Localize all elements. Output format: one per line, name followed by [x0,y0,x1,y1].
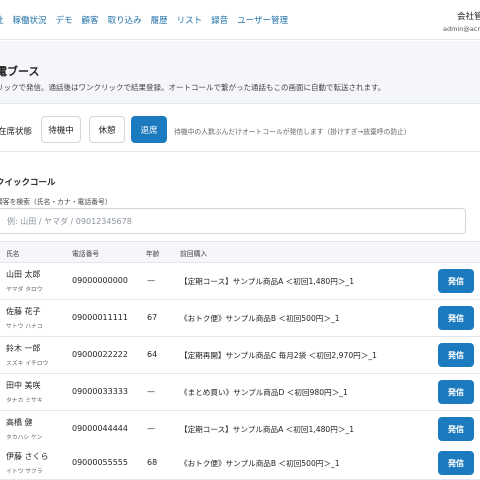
customer-age: — [147,387,155,396]
nav-menu: 社 稼働状況 デモ 顧客 取り込み 履歴 リスト 録音 ユーザー管理 [0,14,288,26]
table-row: 伊藤 さくら イトウ サクラ 09000055555 68 《おトク便》サンプル… [0,445,480,480]
customer-age: — [147,276,155,285]
customer-kana: タカハシ ケン [6,435,43,441]
last-purchase: 【定期コース】サンプル商品A ＜初回1,480円＞_1 [180,425,355,434]
table-row: 田中 美咲 タナカ ミサキ 09000033333 — 《まとめ買い》サンプル商… [0,374,480,411]
column-phone: 電話番号 [72,250,100,258]
customer-kana: イトウ サクラ [6,469,43,475]
customer-kana: サトウ ハナコ [6,324,43,330]
column-last-purchase: 前回購入 [180,250,208,258]
last-purchase: 【定期再開】サンプル商品C 毎月2袋 ＜初回2,970円＞_1 [180,351,377,360]
column-name: 氏名 [6,250,20,258]
search-label: 顧客を検索（氏名・カナ・電話番号） [0,198,112,206]
customer-age: — [147,424,155,433]
nav-item-recordings[interactable]: 録音 [211,14,228,26]
customer-phone: 09000022222 [72,350,128,359]
away-button[interactable]: 退席 [131,116,167,143]
nav-item-import[interactable]: 取り込み [108,14,142,26]
page-description: リックで発信。通話後はワンクリックで結果登録。オートコールで繋がった通話もこの画… [0,83,386,92]
table-row: 鈴木 一郎 スズキ イチロウ 09000022222 64 【定期再開】サンプル… [0,337,480,374]
customer-kana: スズキ イチロウ [6,361,49,367]
customer-name: 高橋 健 [6,418,33,427]
table-row: 高橋 健 タカハシ ケン 09000044444 — 【定期コース】サンプル商品… [0,411,480,448]
column-age: 年齢 [146,250,160,258]
nav-item-lists[interactable]: リスト [177,14,203,26]
table-row: 佐藤 花子 サトウ ハナコ 09000011111 67 《おトク便》サンプル商… [0,300,480,337]
customer-phone: 09000033333 [72,387,128,396]
customer-kana: タナカ ミサキ [6,398,43,404]
autocall-note: 待機中の人数ぶんだけオートコールが発信します（掛けすぎ→放棄呼の防止） [174,128,411,136]
last-purchase: 【定期コース】サンプル商品A ＜初回1,480円＞_1 [180,277,355,286]
top-nav: 社 稼働状況 デモ 顧客 取り込み 履歴 リスト 録音 ユーザー管理 会社管 a… [0,0,480,40]
table-row: 山田 太郎 ヤマダ タロウ 09000000000 — 【定期コース】サンプル商… [0,263,480,300]
last-purchase: 《おトク便》サンプル商品B ＜初回500円＞_1 [180,459,340,468]
customer-name: 佐藤 花子 [6,307,41,316]
page-header: 電ブース リックで発信。通話後はワンクリックで結果登録。オートコールで繋がった通… [0,41,480,152]
call-button[interactable]: 発信 [438,306,474,330]
table-header: 氏名 電話番号 年齢 前回購入 [0,241,480,263]
customer-kana: ヤマダ タロウ [6,287,43,293]
nav-item-customers[interactable]: 顧客 [82,14,99,26]
call-button[interactable]: 発信 [438,269,474,293]
nav-item-operation-status[interactable]: 稼働状況 [13,14,47,26]
customer-name: 鈴木 一郎 [6,344,41,353]
call-button[interactable]: 発信 [438,380,474,404]
customer-age: 64 [147,350,158,359]
customer-age: 67 [147,313,158,322]
nav-item-history[interactable]: 履歴 [151,14,168,26]
customer-age: 68 [147,458,158,467]
nav-item-home[interactable]: 社 [0,14,4,26]
nav-item-user-management[interactable]: ユーザー管理 [237,14,288,26]
customer-phone: 09000055555 [72,458,128,467]
customer-name: 山田 太郎 [6,270,41,279]
customer-search-input[interactable] [0,208,466,234]
customer-name: 田中 美咲 [6,381,41,390]
last-purchase: 《おトク便》サンプル商品B ＜初回500円＞_1 [180,314,340,323]
last-purchase: 《まとめ買い》サンプル商品D ＜初回980円＞_1 [180,388,348,397]
call-button[interactable]: 発信 [438,451,474,475]
quick-call-title: クイックコール [0,178,56,188]
customer-phone: 09000044444 [72,424,128,433]
customer-phone: 09000000000 [72,276,128,285]
waiting-button[interactable]: 待機中 [41,116,81,143]
customer-phone: 09000011111 [72,313,128,322]
presence-label: 在席状態 [0,127,33,137]
call-button[interactable]: 発信 [438,417,474,441]
break-button[interactable]: 休憩 [89,116,125,143]
presence-status-card: 在席状態 待機中 休憩 退席 待機中の人数ぶんだけオートコールが発信します（掛け… [0,103,480,152]
admin-email: admin@acm [443,25,480,33]
customer-name: 伊藤 さくら [6,452,49,461]
call-button[interactable]: 発信 [438,343,474,367]
company-name: 会社管 [457,12,480,22]
page-title: 電ブース [0,65,40,78]
nav-item-demo[interactable]: デモ [56,14,73,26]
